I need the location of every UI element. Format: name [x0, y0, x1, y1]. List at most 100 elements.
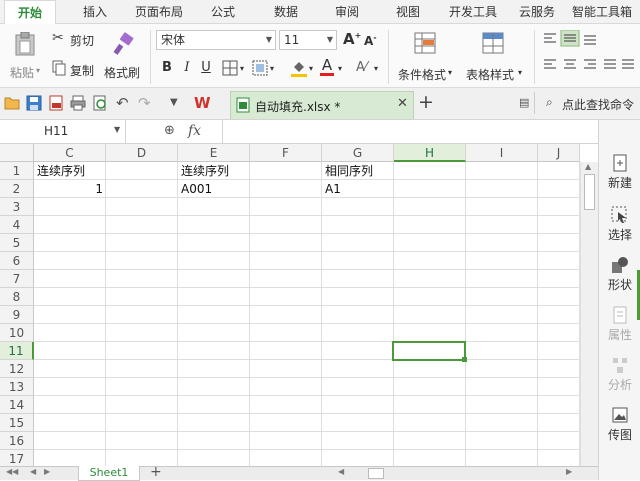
cell-e11[interactable]: [178, 342, 250, 360]
cell-f17[interactable]: [250, 450, 322, 466]
cell-j12[interactable]: [538, 360, 580, 378]
cell-j2[interactable]: [538, 180, 580, 198]
cell-e2[interactable]: A001: [178, 180, 250, 198]
cell-f9[interactable]: [250, 306, 322, 324]
cell-c2[interactable]: 1: [34, 180, 106, 198]
cell-i9[interactable]: [466, 306, 538, 324]
cell-f6[interactable]: [250, 252, 322, 270]
cell-i14[interactable]: [466, 396, 538, 414]
cell-j17[interactable]: [538, 450, 580, 466]
customize-dropdown-icon[interactable]: ▼: [170, 97, 178, 108]
cell-j9[interactable]: [538, 306, 580, 324]
column-header-d[interactable]: D: [106, 144, 178, 162]
cell-c9[interactable]: [34, 306, 106, 324]
cell-j6[interactable]: [538, 252, 580, 270]
cell-i3[interactable]: [466, 198, 538, 216]
cell-j11[interactable]: [538, 342, 580, 360]
side-analysis-button[interactable]: 分析: [599, 356, 640, 393]
underline-button[interactable]: U: [197, 59, 215, 77]
cell-f4[interactable]: [250, 216, 322, 234]
row-header-6[interactable]: 6: [0, 252, 34, 270]
side-send-image-button[interactable]: 传图: [599, 406, 640, 443]
row-header-9[interactable]: 9: [0, 306, 34, 324]
cell-d5[interactable]: [106, 234, 178, 252]
new-tab-icon[interactable]: +: [418, 91, 434, 113]
row-header-13[interactable]: 13: [0, 378, 34, 396]
cell-e3[interactable]: [178, 198, 250, 216]
cell-g16[interactable]: [322, 432, 394, 450]
column-header-i[interactable]: I: [466, 144, 538, 162]
cell-i13[interactable]: [466, 378, 538, 396]
cell-j8[interactable]: [538, 288, 580, 306]
chevron-down-icon[interactable]: ▾: [309, 64, 313, 73]
tab-cloud[interactable]: 云服务: [508, 0, 566, 24]
cell-g3[interactable]: [322, 198, 394, 216]
cell-e10[interactable]: [178, 324, 250, 342]
font-name-select[interactable]: 宋体 ▼: [156, 30, 276, 50]
cell-f12[interactable]: [250, 360, 322, 378]
cell-g12[interactable]: [322, 360, 394, 378]
column-header-h[interactable]: H: [394, 144, 466, 162]
cell-c5[interactable]: [34, 234, 106, 252]
conditional-format-button[interactable]: 条件格式 ▾: [394, 30, 456, 82]
cell-d17[interactable]: [106, 450, 178, 466]
row-header-8[interactable]: 8: [0, 288, 34, 306]
cell-j16[interactable]: [538, 432, 580, 450]
prev-sheet-icon[interactable]: ◀: [30, 467, 36, 476]
open-folder-icon[interactable]: [4, 96, 20, 110]
side-select-button[interactable]: 选择: [599, 206, 640, 243]
clear-format-icon[interactable]: A⁄: [356, 60, 367, 75]
first-sheet-icon[interactable]: ◀◀: [6, 467, 18, 476]
tab-home[interactable]: 开始: [4, 0, 56, 25]
cell-c11[interactable]: [34, 342, 106, 360]
cell-c15[interactable]: [34, 414, 106, 432]
cell-f15[interactable]: [250, 414, 322, 432]
borders-icon[interactable]: [222, 60, 238, 76]
cell-d14[interactable]: [106, 396, 178, 414]
row-header-12[interactable]: 12: [0, 360, 34, 378]
cell-e16[interactable]: [178, 432, 250, 450]
row-header-1[interactable]: 1: [0, 162, 34, 180]
side-properties-button[interactable]: 属性: [599, 306, 640, 343]
cell-g13[interactable]: [322, 378, 394, 396]
next-sheet-icon[interactable]: ▶: [44, 467, 50, 476]
cell-i12[interactable]: [466, 360, 538, 378]
column-header-j[interactable]: J: [538, 144, 580, 162]
chevron-down-icon[interactable]: ▾: [338, 64, 342, 73]
cell-d3[interactable]: [106, 198, 178, 216]
zoom-icon[interactable]: ⊕: [164, 123, 175, 138]
row-header-7[interactable]: 7: [0, 270, 34, 288]
cell-i4[interactable]: [466, 216, 538, 234]
italic-button[interactable]: I: [178, 59, 196, 77]
cell-g14[interactable]: [322, 396, 394, 414]
cell-f13[interactable]: [250, 378, 322, 396]
side-shapes-button[interactable]: 形状: [599, 256, 640, 293]
cell-h15[interactable]: [394, 414, 466, 432]
column-header-f[interactable]: F: [250, 144, 322, 162]
cell-i11[interactable]: [466, 342, 538, 360]
cell-h1[interactable]: [394, 162, 466, 180]
chevron-down-icon[interactable]: ▾: [270, 64, 274, 73]
cell-d9[interactable]: [106, 306, 178, 324]
row-header-2[interactable]: 2: [0, 180, 34, 198]
cell-g10[interactable]: [322, 324, 394, 342]
shrink-font-icon[interactable]: A-: [364, 33, 377, 48]
cell-d13[interactable]: [106, 378, 178, 396]
cell-e5[interactable]: [178, 234, 250, 252]
find-command-link[interactable]: 点此查找命令: [562, 96, 634, 113]
cell-e8[interactable]: [178, 288, 250, 306]
scroll-left-icon[interactable]: ◀: [338, 467, 344, 476]
cell-i5[interactable]: [466, 234, 538, 252]
cell-e12[interactable]: [178, 360, 250, 378]
print-preview-icon[interactable]: [92, 95, 108, 111]
cell-g2[interactable]: A1: [322, 180, 394, 198]
cell-f3[interactable]: [250, 198, 322, 216]
scroll-thumb[interactable]: [584, 174, 595, 210]
undo-icon[interactable]: ↶: [116, 94, 129, 112]
row-header-17[interactable]: 17: [0, 450, 34, 466]
cell-e13[interactable]: [178, 378, 250, 396]
cell-c8[interactable]: [34, 288, 106, 306]
fill-handle[interactable]: [462, 357, 467, 362]
tab-view[interactable]: 视图: [380, 0, 436, 24]
cell-j4[interactable]: [538, 216, 580, 234]
